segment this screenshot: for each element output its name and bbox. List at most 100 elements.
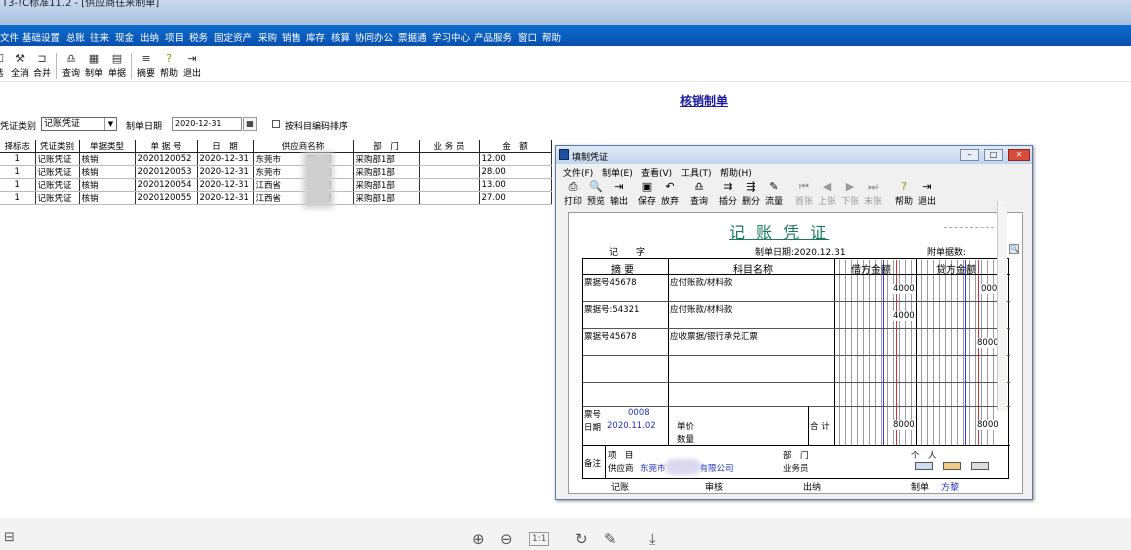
card-icon[interactable] bbox=[943, 462, 961, 470]
col-supplier[interactable]: 供应商名称 bbox=[253, 140, 354, 153]
zoom-icon[interactable]: 🔍 bbox=[1009, 244, 1019, 254]
download-icon[interactable]: ⤓ bbox=[649, 530, 656, 548]
note-label: 备注 bbox=[584, 459, 602, 469]
menu-inventory[interactable]: 库存 bbox=[306, 30, 325, 44]
col-salesperson[interactable]: 业 务 员 bbox=[419, 140, 480, 153]
vmenu-help[interactable]: 帮助(H) bbox=[720, 166, 752, 179]
card-icon[interactable] bbox=[971, 462, 989, 470]
menu-learning-center[interactable]: 学习中心 bbox=[432, 30, 470, 44]
col-department[interactable]: 部 门 bbox=[353, 140, 420, 153]
discard-button[interactable]: ↶ 放弃 bbox=[659, 180, 681, 210]
menu-window[interactable]: 窗口 bbox=[518, 30, 537, 44]
vhelp-button[interactable]: ? 帮助 bbox=[893, 180, 915, 210]
table-row[interactable]: 1 记账凭证 核销 2020120055 2020-12-31 江西省 技有限 采购部1部 2… bbox=[0, 191, 552, 205]
voucher-word-label[interactable]: 记 字 bbox=[609, 245, 645, 258]
menu-accounts[interactable]: 往来 bbox=[90, 30, 109, 44]
voucher-dialog-titlebar[interactable]: 填制凭证 – □ ✕ bbox=[556, 146, 1032, 164]
maximize-button[interactable]: □ bbox=[984, 149, 1003, 161]
menu-tax[interactable]: 税务 bbox=[189, 30, 208, 44]
form-icon: ▦ bbox=[88, 52, 100, 65]
sort-by-code-checkbox[interactable] bbox=[272, 120, 280, 128]
save-button[interactable]: ▣ 保存 bbox=[636, 180, 658, 210]
rotate-icon[interactable]: ↻ bbox=[575, 530, 588, 548]
line2-summary[interactable]: 票据号:54321 bbox=[584, 303, 639, 315]
card-icon[interactable] bbox=[915, 462, 933, 470]
preview-button[interactable]: 🔍 预览 bbox=[585, 180, 607, 210]
line3-credit[interactable]: 8000 bbox=[977, 338, 999, 348]
person-label: 个 人 bbox=[911, 451, 937, 461]
table-row[interactable]: 1 记账凭证 核销 2020120054 2020-12-31 江西省 技有限 采购部1部 1… bbox=[0, 178, 552, 192]
make-date-input[interactable]: 2020-12-31 bbox=[172, 117, 242, 131]
menu-collaboration[interactable]: 协同办公 bbox=[355, 30, 393, 44]
merge-button[interactable]: ⊐ 合并 bbox=[31, 51, 53, 82]
line3-summary[interactable]: 票据号45678 bbox=[584, 330, 637, 342]
line3-account[interactable]: 应收票据/银行承兑汇票 bbox=[670, 330, 758, 342]
table-row[interactable]: 1 记账凭证 核销 2020120053 2020-12-31 东莞市 限公司 采购部1部 2… bbox=[0, 165, 552, 179]
menu-purchase[interactable]: 采购 bbox=[258, 30, 277, 44]
export-button[interactable]: ⇥ 输出 bbox=[608, 180, 630, 210]
voucher-make-date[interactable]: 制单日期:2020.12.31 bbox=[755, 245, 846, 258]
minimize-button[interactable]: – bbox=[960, 149, 979, 161]
ticket-no-value[interactable]: 0008 bbox=[628, 408, 650, 418]
zoom-in-icon[interactable]: ⊕ bbox=[472, 530, 485, 548]
print-button[interactable]: ⎙ 打印 bbox=[562, 180, 584, 210]
menu-help[interactable]: 帮助 bbox=[542, 30, 561, 44]
summary-button[interactable]: ≡ 摘要 bbox=[135, 51, 157, 82]
make-voucher-button[interactable]: ▦ 制单 bbox=[83, 51, 105, 82]
voucher-scrollbar[interactable] bbox=[997, 201, 1007, 411]
col-voucher-type[interactable]: 凭证类别 bbox=[35, 140, 80, 153]
table-row[interactable]: 1 记账凭证 核销 2020120052 2020-12-31 东莞市 限公司 采购部1部 1… bbox=[0, 152, 552, 166]
menu-fixed-assets[interactable]: 固定资产 bbox=[214, 30, 252, 44]
menu-sales[interactable]: 销售 bbox=[282, 30, 301, 44]
help-button[interactable]: ? 帮助 bbox=[158, 51, 180, 82]
menu-cashier[interactable]: 出纳 bbox=[140, 30, 159, 44]
menu-cash[interactable]: 现金 bbox=[115, 30, 134, 44]
clear-all-button[interactable]: ⚒ 全消 bbox=[9, 51, 31, 82]
exit-button[interactable]: ⇥ 退出 bbox=[181, 51, 203, 82]
document-button[interactable]: ▤ 单据 bbox=[106, 51, 128, 82]
line1-credit[interactable]: 000 bbox=[981, 284, 998, 294]
vexit-button[interactable]: ⇥ 退出 bbox=[916, 180, 938, 210]
line1-debit[interactable]: 4000 bbox=[893, 284, 915, 294]
menu-file[interactable]: 文件 bbox=[0, 30, 19, 44]
cashflow-button[interactable]: ✎ 流量 bbox=[763, 180, 785, 210]
line1-summary[interactable]: 票据号45678 bbox=[584, 276, 637, 288]
insert-line-icon: ⇉ bbox=[723, 180, 733, 193]
voucher-type-select[interactable]: 记账凭证 ▼ bbox=[41, 117, 117, 131]
col-amount[interactable]: 金 额 bbox=[479, 140, 552, 153]
delete-line-button[interactable]: ⇶ 删分 bbox=[740, 180, 762, 210]
menu-ledger[interactable]: 总账 bbox=[66, 30, 85, 44]
prev-button[interactable]: ◀ 上张 bbox=[816, 180, 838, 210]
layout-icon[interactable]: ⊟ bbox=[4, 530, 15, 545]
menu-product-service[interactable]: 产品服务 bbox=[474, 30, 512, 44]
col-date[interactable]: 日 期 bbox=[197, 140, 254, 153]
next-button[interactable]: ▶ 下张 bbox=[839, 180, 861, 210]
vmenu-file[interactable]: 文件(F) bbox=[563, 166, 593, 179]
vmenu-view[interactable]: 查看(V) bbox=[641, 166, 672, 179]
actual-size-button[interactable]: 1:1 bbox=[529, 532, 550, 546]
chevron-down-icon[interactable]: ▼ bbox=[104, 118, 116, 130]
last-button[interactable]: ⏭ 末张 bbox=[862, 180, 884, 210]
edit-icon[interactable]: ✎ bbox=[604, 530, 617, 548]
menu-costing[interactable]: 核算 bbox=[331, 30, 350, 44]
first-button[interactable]: ⏮ 首张 bbox=[793, 180, 815, 210]
query-button[interactable]: ♎ 查询 bbox=[60, 51, 82, 82]
menu-project[interactable]: 项目 bbox=[165, 30, 184, 44]
yuan-line bbox=[965, 260, 966, 445]
col-doc-type[interactable]: 单据类型 bbox=[79, 140, 136, 153]
col-doc-no[interactable]: 单 据 号 bbox=[135, 140, 198, 153]
insert-line-button[interactable]: ⇉ 插分 bbox=[717, 180, 739, 210]
vquery-button[interactable]: ♎ 查询 bbox=[688, 180, 710, 210]
line2-account[interactable]: 应付账款/材料款 bbox=[670, 303, 732, 315]
calendar-icon[interactable]: ▦ bbox=[243, 117, 257, 131]
zoom-out-icon[interactable]: ⊖ bbox=[500, 530, 513, 548]
menu-invoice-hub[interactable]: 票据通 bbox=[398, 30, 427, 44]
menu-basic-settings[interactable]: 基础设置 bbox=[22, 30, 60, 44]
ticket-date-value[interactable]: 2020.11.02 bbox=[607, 421, 656, 431]
line1-account[interactable]: 应付账款/材料款 bbox=[670, 276, 732, 288]
close-button[interactable]: ✕ bbox=[1008, 149, 1030, 161]
vmenu-tools[interactable]: 工具(T) bbox=[681, 166, 712, 179]
line2-debit[interactable]: 4000 bbox=[893, 311, 915, 321]
col-flag[interactable]: 择标志 bbox=[0, 140, 36, 153]
vmenu-edit[interactable]: 制单(E) bbox=[602, 166, 633, 179]
